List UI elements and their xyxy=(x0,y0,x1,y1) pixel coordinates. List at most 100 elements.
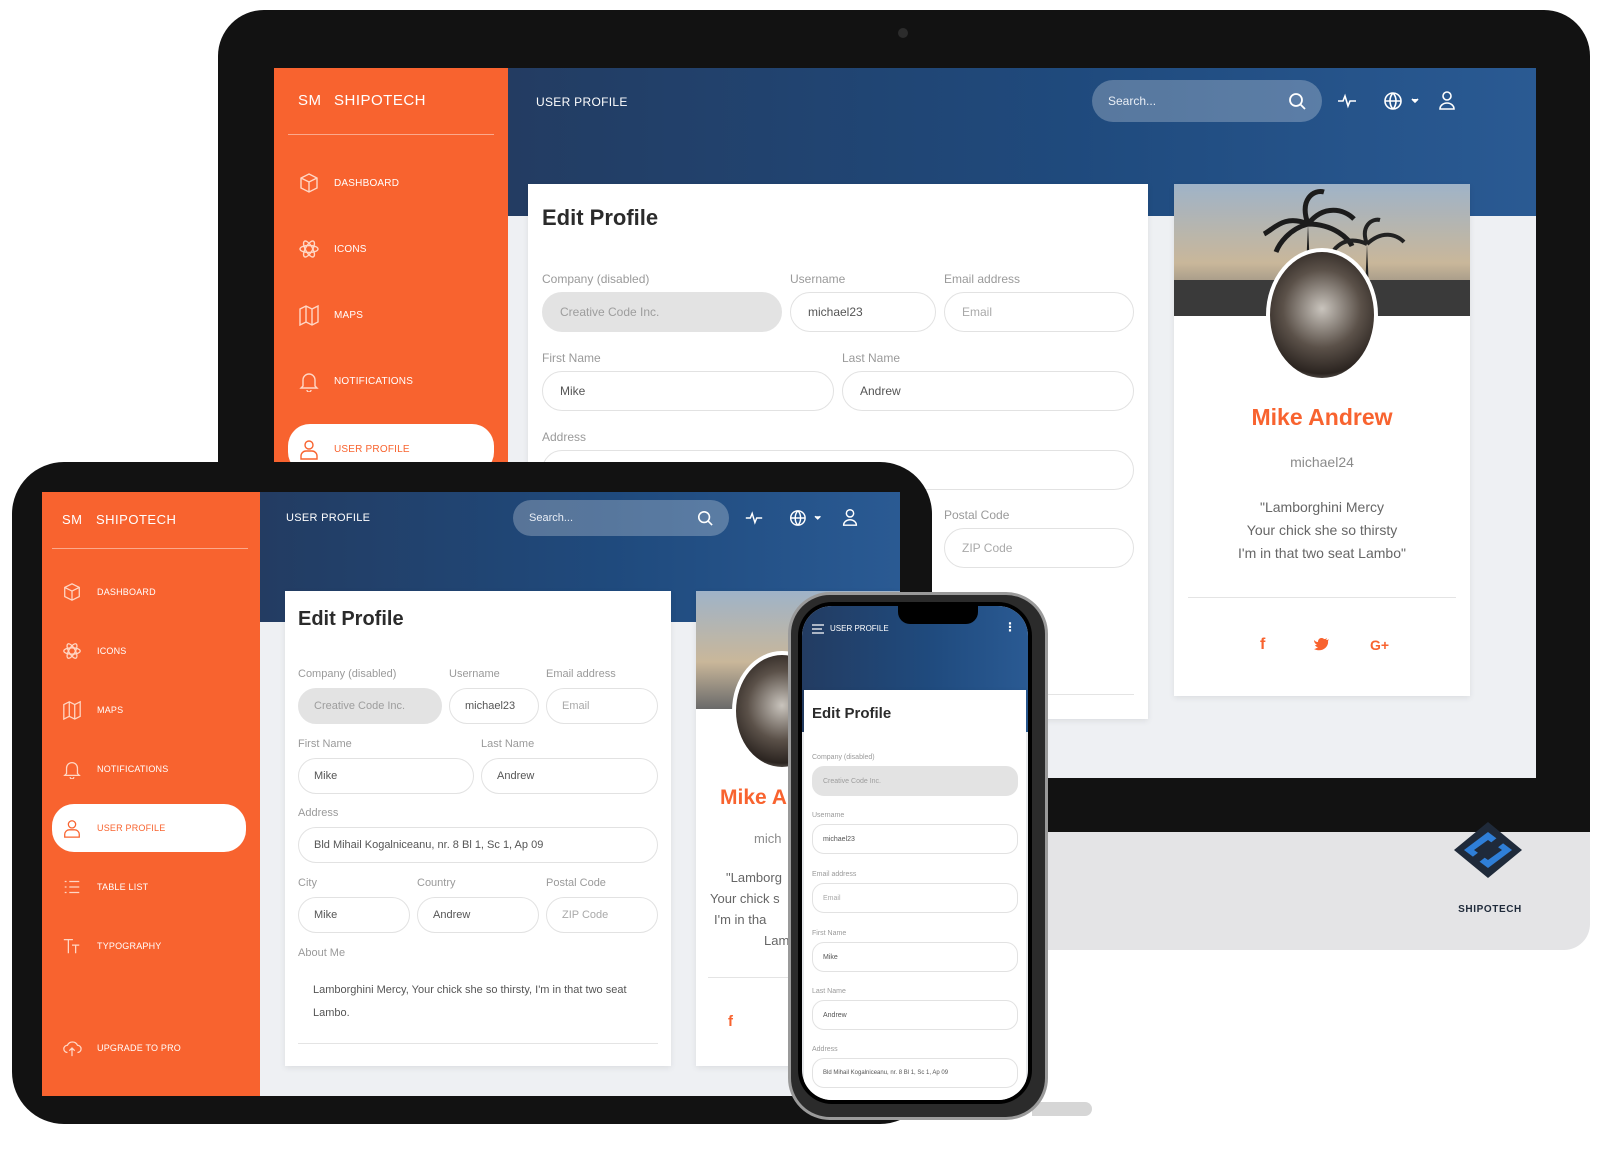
first-name-label: First Name xyxy=(542,351,601,365)
username-field[interactable]: michael23 xyxy=(449,688,539,724)
page-title: USER PROFILE xyxy=(536,95,628,109)
page-title: USER PROFILE xyxy=(286,512,371,524)
first-name-field[interactable]: Mike xyxy=(812,942,1018,972)
bell-icon xyxy=(299,373,319,392)
first-name-field[interactable]: Mike xyxy=(298,758,474,794)
email-field[interactable]: Email xyxy=(812,883,1018,913)
sidebar-item-label: ICONS xyxy=(334,243,367,255)
user-icon xyxy=(842,509,858,526)
address-label: Address xyxy=(542,430,587,444)
page-title: USER PROFILE xyxy=(830,624,889,633)
sidebar-item-label: NOTIFICATIONS xyxy=(97,764,169,774)
search-input[interactable]: Search... xyxy=(513,500,729,536)
sidebar-item-maps[interactable]: MAPS xyxy=(62,700,123,720)
facebook-icon[interactable]: f xyxy=(1260,636,1265,654)
last-name-field[interactable]: Andrew xyxy=(481,758,658,794)
phone-notch xyxy=(898,606,978,624)
username-field[interactable]: michael23 xyxy=(790,292,936,332)
first-name-label: First Name xyxy=(812,930,847,937)
account-button[interactable] xyxy=(1436,89,1458,116)
sidebar-item-notifications[interactable]: NOTIFICATIONS xyxy=(298,370,413,392)
user-icon xyxy=(300,440,318,460)
quote-line: I'm in tha xyxy=(714,912,767,927)
atom-icon xyxy=(63,643,81,659)
address-field[interactable]: Bld Mihail Kogalniceanu, nr. 8 Bl 1, Sc … xyxy=(812,1058,1018,1088)
address-field[interactable]: Bld Mihail Kogalniceanu, nr. 8 Bl 1, Sc … xyxy=(298,827,658,863)
activity-button[interactable] xyxy=(1336,90,1358,117)
search-icon[interactable] xyxy=(697,510,713,526)
quote-line: Lam xyxy=(764,933,790,948)
search-input[interactable]: Search... xyxy=(1092,80,1322,122)
brand-name[interactable]: SHIPOTECH xyxy=(334,92,426,109)
sidebar-item-notifications[interactable]: NOTIFICATIONS xyxy=(62,759,168,779)
menu-button[interactable] xyxy=(812,622,824,640)
postal-code-field[interactable]: ZIP Code xyxy=(546,897,658,933)
sidebar-item-typography[interactable]: TYPOGRAPHY xyxy=(62,936,162,956)
company-field: Creative Code Inc. xyxy=(812,766,1018,796)
username-field[interactable]: michael23 xyxy=(812,824,1018,854)
last-name-field[interactable]: Andrew xyxy=(842,371,1134,411)
twitter-icon[interactable] xyxy=(1314,637,1330,656)
quote-line: Your chick she so thirsty xyxy=(1246,522,1398,538)
sidebar-item-label: TABLE LIST xyxy=(97,882,149,892)
sidebar-item-dashboard[interactable]: DASHBOARD xyxy=(298,172,399,194)
card-title: Edit Profile xyxy=(812,705,892,722)
phone-screen: USER PROFILE ⋮ Edit Profile Company (dis… xyxy=(802,606,1028,1100)
language-dropdown[interactable] xyxy=(788,508,824,533)
sidebar-item-label: DASHBOARD xyxy=(334,177,400,189)
city-field[interactable]: Mike xyxy=(298,897,410,933)
cloud-upload-icon xyxy=(63,1041,82,1057)
sidebar-item-dashboard[interactable]: DASHBOARD xyxy=(62,582,156,602)
email-field[interactable]: Email xyxy=(944,292,1134,332)
brand-short[interactable]: SM xyxy=(62,512,83,527)
user-icon xyxy=(64,820,80,838)
facebook-icon[interactable]: f xyxy=(728,1013,733,1030)
google-plus-icon[interactable]: G+ xyxy=(1370,637,1389,653)
tablet-screen: SM SHIPOTECH DASHBOARD ICONS MAPS NOTIFI… xyxy=(42,492,900,1096)
postal-code-label: Postal Code xyxy=(944,508,1010,522)
more-options-icon[interactable]: ⋮ xyxy=(1004,620,1016,634)
sidebar-item-label: MAPS xyxy=(97,705,124,715)
last-name-field[interactable]: Andrew xyxy=(812,1000,1018,1030)
sidebar-item-maps[interactable]: MAPS xyxy=(298,304,363,326)
user-profile-card: Mike Andrew michael24 "Lamborghini Mercy… xyxy=(1174,184,1470,696)
company-field: Creative Code Inc. xyxy=(542,292,782,332)
about-textarea[interactable]: Lamborghini Mercy, Your chick she so thi… xyxy=(313,979,653,1025)
email-label: Email address xyxy=(944,272,1021,286)
sidebar-item-label: UPGRADE TO PRO xyxy=(97,1043,181,1053)
quote-line: "Lamborghini Mercy xyxy=(1259,499,1385,515)
company-label: Company (disabled) xyxy=(298,668,397,680)
first-name-field[interactable]: Mike xyxy=(542,371,834,411)
sidebar-item-label: MAPS xyxy=(334,309,364,321)
email-field[interactable]: Email xyxy=(546,688,658,724)
sidebar-item-table-list[interactable]: TABLE LIST xyxy=(62,877,148,897)
email-label: Email address xyxy=(546,668,616,680)
search-placeholder: Search... xyxy=(1108,94,1157,108)
sidebar-item-icons[interactable]: ICONS xyxy=(62,641,127,661)
phone-device: USER PROFILE ⋮ Edit Profile Company (dis… xyxy=(788,592,1092,1120)
globe-icon xyxy=(789,510,821,526)
sidebar-item-upgrade[interactable]: UPGRADE TO PRO xyxy=(62,1038,181,1058)
country-label: Country xyxy=(417,877,456,889)
user-icon xyxy=(1439,91,1455,110)
activity-button[interactable] xyxy=(744,508,764,533)
account-button[interactable] xyxy=(840,507,860,532)
last-name-label: Last Name xyxy=(481,738,535,750)
language-dropdown[interactable] xyxy=(1382,90,1422,117)
search-icon[interactable] xyxy=(1288,92,1306,110)
text-icon xyxy=(63,939,80,954)
brand-name[interactable]: SHIPOTECH xyxy=(96,512,176,527)
country-field[interactable]: Andrew xyxy=(417,897,539,933)
profile-handle: michael24 xyxy=(1290,454,1354,470)
first-name-label: First Name xyxy=(298,738,352,750)
brand-short[interactable]: SM xyxy=(298,92,322,109)
username-label: Username xyxy=(790,272,846,286)
sidebar-divider xyxy=(52,548,248,549)
edit-profile-card: Edit Profile Company (disabled) Creative… xyxy=(285,591,671,1066)
sidebar-item-icons[interactable]: ICONS xyxy=(298,238,367,260)
sidebar-item-user-profile[interactable]: USER PROFILE xyxy=(52,804,246,852)
sidebar-item-label: USER PROFILE xyxy=(97,823,166,833)
postal-code-field[interactable]: ZIP Code xyxy=(944,528,1134,568)
profile-quote: "Lamborghini Mercy Your chick she so thi… xyxy=(1174,496,1470,565)
city-label: City xyxy=(298,877,317,889)
